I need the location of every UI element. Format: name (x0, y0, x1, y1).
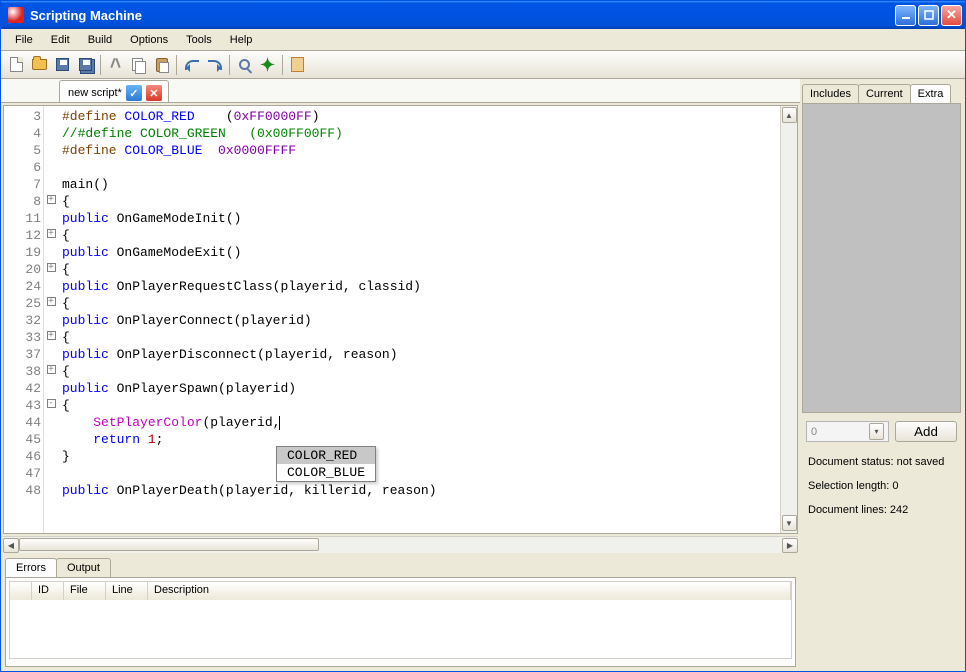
line-gutter: 3456781112192024253233373842434445464748 (4, 106, 44, 533)
save-icon (56, 58, 69, 71)
app-title: Scripting Machine (28, 8, 895, 23)
cut-button[interactable] (104, 54, 127, 76)
toolbar: ✦ (1, 51, 965, 79)
combo-value: 0 (811, 426, 817, 438)
combo-dropdown-button[interactable]: ▾ (869, 423, 884, 440)
errors-column-header[interactable] (10, 582, 32, 600)
fold-toggle[interactable]: + (47, 229, 56, 238)
close-button[interactable]: ✕ (941, 5, 962, 26)
tab-save-button[interactable]: ✓ (126, 85, 142, 101)
scroll-up-button[interactable]: ▲ (782, 107, 797, 123)
index-combo[interactable]: 0 ▾ (806, 421, 889, 442)
autocomplete-popup[interactable]: COLOR_REDCOLOR_BLUE (276, 446, 376, 482)
separator (282, 55, 283, 75)
menu-file[interactable]: File (7, 32, 41, 48)
compile-icon: ✦ (260, 56, 275, 74)
errors-column-header[interactable]: File (64, 582, 106, 600)
compile-button[interactable]: ✦ (256, 54, 279, 76)
paste-button[interactable] (150, 54, 173, 76)
errors-body (10, 600, 791, 658)
paste-icon (156, 58, 168, 72)
add-button[interactable]: Add (895, 421, 957, 442)
app-icon (8, 7, 24, 23)
separator (100, 55, 101, 75)
file-tab[interactable]: new script* ✓ ✕ (59, 80, 169, 102)
undo-button[interactable] (180, 54, 203, 76)
file-tab-label: new script* (68, 87, 122, 99)
scroll-left-button[interactable]: ◀ (3, 538, 19, 553)
code-area[interactable]: #define COLOR_RED (0xFF0000FF)//#define … (58, 106, 780, 533)
title-bar: Scripting Machine ✕ (1, 1, 965, 29)
errors-table: IDFileLineDescription (9, 581, 792, 659)
copy-button[interactable] (127, 54, 150, 76)
menu-bar: FileEditBuildOptionsToolsHelp (1, 29, 965, 51)
tab-close-button[interactable]: ✕ (146, 85, 162, 101)
redo-button[interactable] (203, 54, 226, 76)
fold-toggle[interactable]: + (47, 331, 56, 340)
status-selection: Selection length: 0 (802, 474, 961, 498)
scroll-down-button[interactable]: ▼ (782, 515, 797, 531)
scroll-thumb[interactable] (19, 538, 319, 551)
errors-panel: IDFileLineDescription (5, 577, 796, 667)
menu-options[interactable]: Options (122, 32, 176, 48)
help-button[interactable] (286, 54, 309, 76)
right-tab-extra[interactable]: Extra (910, 84, 952, 103)
scroll-right-button[interactable]: ▶ (782, 538, 798, 553)
fold-toggle[interactable]: + (47, 297, 56, 306)
menu-help[interactable]: Help (222, 32, 261, 48)
bottom-tab-output[interactable]: Output (56, 558, 111, 577)
bottom-tab-errors[interactable]: Errors (5, 558, 57, 577)
separator (176, 55, 177, 75)
right-tabs: IncludesCurrentExtra (802, 81, 961, 103)
menu-build[interactable]: Build (80, 32, 120, 48)
fold-toggle[interactable]: + (47, 365, 56, 374)
vertical-scrollbar[interactable]: ▲ ▼ (780, 106, 797, 533)
autocomplete-item[interactable]: COLOR_BLUE (277, 464, 375, 481)
errors-column-header[interactable]: Line (106, 582, 148, 600)
undo-icon (185, 60, 199, 70)
preview-area (802, 103, 961, 413)
fold-column: + + + + + + - (44, 106, 58, 533)
right-tab-current[interactable]: Current (858, 84, 911, 103)
open-file-button[interactable] (28, 54, 51, 76)
fold-toggle[interactable]: - (47, 399, 56, 408)
minimize-button[interactable] (895, 5, 916, 26)
separator (229, 55, 230, 75)
save-all-button[interactable] (74, 54, 97, 76)
menu-edit[interactable]: Edit (43, 32, 78, 48)
search-icon (239, 59, 250, 70)
new-file-button[interactable] (5, 54, 28, 76)
errors-column-header[interactable]: ID (32, 582, 64, 600)
new-file-icon (10, 57, 23, 72)
bottom-tabs: ErrorsOutput (1, 555, 800, 577)
app-window: Scripting Machine ✕ FileEditBuildOptions… (0, 0, 966, 672)
fold-toggle[interactable]: + (47, 263, 56, 272)
find-button[interactable] (233, 54, 256, 76)
open-folder-icon (32, 59, 47, 70)
copy-icon (132, 58, 145, 72)
redo-icon (208, 60, 222, 70)
save-button[interactable] (51, 54, 74, 76)
fold-toggle[interactable]: + (47, 195, 56, 204)
horizontal-scrollbar[interactable]: ◀ ▶ (3, 536, 798, 553)
status-doc: Document status: not saved (802, 450, 961, 474)
help-icon (291, 57, 304, 72)
errors-column-header[interactable]: Description (148, 582, 791, 600)
menu-tools[interactable]: Tools (178, 32, 220, 48)
code-editor[interactable]: 3456781112192024253233373842434445464748… (3, 105, 798, 534)
right-tab-includes[interactable]: Includes (802, 84, 859, 103)
file-tabs-row: new script* ✓ ✕ (1, 79, 800, 103)
save-all-icon (79, 58, 92, 71)
autocomplete-item[interactable]: COLOR_RED (277, 447, 375, 464)
status-lines: Document lines: 242 (802, 498, 961, 522)
maximize-button[interactable] (918, 5, 939, 26)
cut-icon (110, 58, 121, 72)
right-panel: IncludesCurrentExtra 0 ▾ Add Document st… (800, 79, 965, 671)
